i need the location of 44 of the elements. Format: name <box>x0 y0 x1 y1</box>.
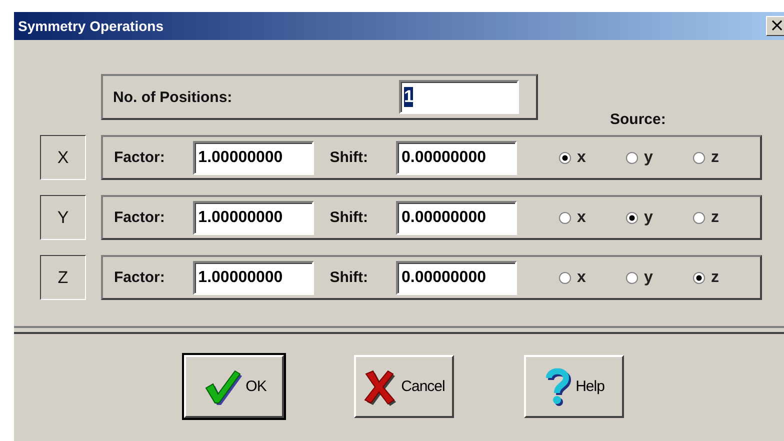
radio-label: x <box>576 208 586 226</box>
radio-button[interactable] <box>626 212 638 224</box>
radio-button[interactable] <box>626 152 638 164</box>
radio-label: y <box>644 208 653 226</box>
question-mark-icon <box>544 366 572 406</box>
window-title: Symmetry Operations <box>18 18 164 34</box>
ok-button[interactable]: OK <box>184 355 284 418</box>
shift-field[interactable]: 0.00000000 <box>396 200 517 234</box>
factor-label: Factor: <box>114 269 166 286</box>
factor-label: Factor: <box>114 149 166 166</box>
help-button[interactable]: Help <box>524 355 624 418</box>
factor-label: Factor: <box>114 209 166 226</box>
radio-label: z <box>710 148 719 166</box>
axis-label: Y <box>40 195 86 240</box>
positions-label: No. of Positions: <box>113 88 234 106</box>
factor-field[interactable]: 1.00000000 <box>193 140 314 174</box>
shift-label: Shift: <box>330 149 370 166</box>
factor-field[interactable]: 1.00000000 <box>193 200 314 234</box>
cancel-button[interactable]: Cancel <box>354 355 454 418</box>
source-label: Source: <box>610 111 666 128</box>
radio-label: x <box>576 148 586 166</box>
radio-button[interactable] <box>692 152 705 164</box>
cross-icon <box>363 368 398 406</box>
radio-button[interactable] <box>692 212 705 224</box>
radio-button[interactable] <box>558 212 571 224</box>
radio-label: y <box>644 148 653 166</box>
shift-label: Shift: <box>330 209 370 226</box>
radio-button[interactable] <box>558 272 571 284</box>
axis-label: Z <box>40 255 86 300</box>
close-button[interactable]: × <box>766 16 784 36</box>
radio-label: z <box>710 208 719 226</box>
shift-field[interactable]: 0.00000000 <box>396 140 517 174</box>
positions-value: 1 <box>404 87 414 107</box>
axis-label: X <box>40 135 86 180</box>
radio-label: x <box>576 268 586 286</box>
radio-button[interactable] <box>558 152 571 164</box>
shift-field[interactable]: 0.00000000 <box>396 260 517 294</box>
radio-label: y <box>644 268 653 286</box>
radio-button[interactable] <box>692 272 705 284</box>
factor-field[interactable]: 1.00000000 <box>193 260 314 294</box>
radio-label: z <box>710 268 719 286</box>
shift-label: Shift: <box>330 269 370 286</box>
radio-button[interactable] <box>626 272 638 284</box>
positions-field[interactable]: 1 <box>399 80 519 114</box>
